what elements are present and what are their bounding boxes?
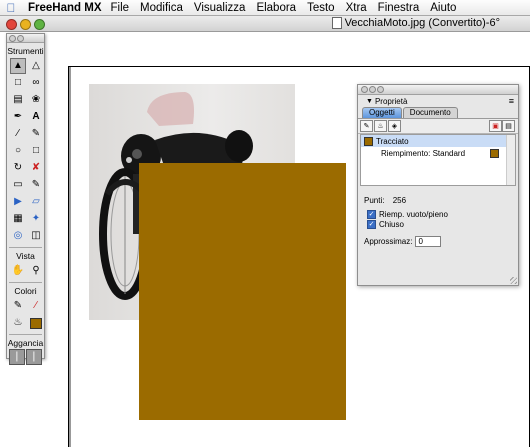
disclosure-triangle-icon[interactable]: ▼ [366, 98, 373, 105]
envelope-icon[interactable]: ▦ [10, 211, 26, 227]
path-color-swatch [364, 136, 373, 146]
list-item-label: Tracciato [376, 136, 409, 146]
properties-title: Proprietà [374, 96, 408, 106]
tools-palette: Strumenti ▲ △ □ ∞ ▤ ❀ ✒ A ∕ ✎ ○ □ ↻ ✘ ▭ … [6, 33, 45, 365]
snap-to-point-icon[interactable]: ❘ [9, 349, 25, 365]
menu-visualizza[interactable]: Visualizza [194, 2, 246, 14]
approx-input[interactable]: 0 [415, 236, 442, 247]
fill-checkbox[interactable]: ✓ [367, 209, 376, 219]
selected-path-fill[interactable] [139, 163, 346, 420]
document-icon [331, 17, 342, 29]
knife-icon[interactable]: ✘ [28, 160, 44, 176]
eraser-icon[interactable]: ▭ [10, 177, 26, 193]
view-section-label: Vista [16, 251, 35, 261]
stroke-color-icon[interactable]: ✎ [10, 298, 26, 314]
add-stroke-icon[interactable]: ✎ [360, 120, 373, 132]
tools-palette-titlebar[interactable] [7, 34, 44, 43]
lasso-icon[interactable]: ∞ [28, 75, 44, 91]
closed-checkbox[interactable]: ✓ [367, 219, 376, 229]
properties-panel: ▼ Proprietà ≡ Oggetti Documento ✎ ♨ ◈ ▣ … [357, 84, 519, 286]
tools-divider [9, 282, 42, 283]
rotate-icon[interactable]: ↻ [10, 160, 26, 176]
app-menu[interactable]: FreeHand MX [28, 2, 102, 14]
menu-file[interactable]: File [111, 2, 130, 14]
polygon-icon[interactable]: ▶ [10, 194, 26, 210]
menu-xtra[interactable]: Xtra [346, 2, 367, 14]
menu-elabora[interactable]: Elabora [256, 2, 296, 14]
closed-checkbox-label: Chiuso [379, 219, 404, 229]
document-title-text: VecchiaMoto.jpg (Convertito)-6° [344, 17, 500, 29]
page-tool-icon[interactable]: □ [10, 75, 26, 91]
menu-finestra[interactable]: Finestra [378, 2, 420, 14]
selection-arrow-icon[interactable]: ▲ [10, 58, 26, 74]
text-icon[interactable]: A [28, 109, 44, 125]
skew-icon[interactable]: ▱ [28, 194, 44, 210]
fill-checkbox-label: Riemp. vuoto/pieno [379, 209, 448, 219]
tools-divider [9, 247, 42, 248]
brush-icon[interactable]: ✎ [28, 177, 44, 193]
zoom-window-button[interactable] [34, 19, 45, 30]
pen-icon[interactable]: ✒ [10, 109, 26, 125]
properties-list: Tracciato Riempimento: Standard [360, 134, 516, 186]
list-item-tracciato[interactable]: Tracciato [361, 135, 515, 147]
colors-section-label: Colori [14, 286, 37, 296]
tools-minimize-button[interactable] [17, 35, 24, 42]
tab-oggetti[interactable]: Oggetti [362, 107, 402, 118]
points-value: 256 [392, 196, 407, 205]
closed-toggle-row[interactable]: ✓ Chiuso [358, 219, 518, 229]
properties-titlebar[interactable] [358, 85, 518, 95]
tools-divider [9, 334, 42, 335]
snap-section-label: Aggancia [7, 338, 44, 348]
list-scrollbar[interactable] [506, 135, 515, 185]
close-window-button[interactable] [6, 19, 17, 30]
panel-resize-handle[interactable] [510, 277, 517, 284]
paint-bucket-icon[interactable]: ♨ [10, 315, 26, 331]
symbol-sprayer-icon[interactable]: ✦ [28, 211, 44, 227]
trace-icon[interactable]: ▤ [10, 92, 26, 108]
tools-close-button[interactable] [9, 35, 16, 42]
menu-bar:  FreeHand MX File Modifica Visualizza E… [0, 0, 530, 16]
fill-toggle-row[interactable]: ✓ Riemp. vuoto/pieno [358, 209, 518, 219]
rectangle-icon[interactable]: □ [28, 143, 44, 159]
points-row: Punti: 256 [358, 196, 518, 205]
apple-icon[interactable]:  [0, 1, 22, 15]
eyedropper-icon[interactable]: ❀ [28, 92, 44, 108]
properties-tabs: Oggetti Documento [358, 107, 518, 118]
menu-aiuto[interactable]: Aiuto [430, 2, 456, 14]
fill-color-swatch[interactable] [490, 148, 499, 158]
add-effect-icon[interactable]: ◈ [388, 120, 401, 132]
hand-icon[interactable]: ✋ [10, 263, 26, 279]
approx-row: Approssimaz: 0 [358, 236, 518, 247]
delete-item-icon[interactable]: ▤ [502, 120, 515, 132]
properties-toolbar: ✎ ♨ ◈ ▣ ▤ [358, 118, 518, 134]
minimize-window-button[interactable] [20, 19, 31, 30]
no-stroke-icon[interactable]: ∕ [28, 298, 44, 314]
list-item-riempimento[interactable]: Riempimento: Standard [361, 147, 515, 159]
duplicate-item-icon[interactable]: ▣ [489, 120, 502, 132]
tab-documento[interactable]: Documento [402, 107, 458, 118]
connector-icon[interactable]: ◎ [10, 228, 26, 244]
panel-menu-icon[interactable]: ≡ [509, 96, 514, 106]
chart-icon[interactable]: ◫ [28, 228, 44, 244]
menu-modifica[interactable]: Modifica [140, 2, 183, 14]
line-icon[interactable]: ∕ [10, 126, 26, 142]
properties-minimize-button[interactable] [369, 86, 376, 93]
properties-close-button[interactable] [361, 86, 368, 93]
menu-testo[interactable]: Testo [307, 2, 335, 14]
ellipse-icon[interactable]: ○ [10, 143, 26, 159]
add-fill-icon[interactable]: ♨ [374, 120, 387, 132]
list-item-label: Riempimento: Standard [381, 148, 466, 158]
approx-label: Approssimaz: [364, 237, 413, 246]
properties-header[interactable]: ▼ Proprietà ≡ [358, 95, 518, 107]
pencil-icon[interactable]: ✎ [28, 126, 44, 142]
document-title-bar: VecchiaMoto.jpg (Convertito)-6° [0, 16, 530, 32]
properties-zoom-button[interactable] [377, 86, 384, 93]
document-title: VecchiaMoto.jpg (Convertito)-6° [331, 17, 500, 29]
zoom-icon[interactable]: ⚲ [28, 263, 44, 279]
points-label: Punti: [364, 196, 385, 205]
subselect-arrow-icon[interactable]: △ [28, 58, 44, 74]
snap-to-object-icon[interactable]: ❘ [26, 349, 42, 365]
fill-color-swatch[interactable] [28, 315, 44, 331]
tools-section-label: Strumenti [7, 46, 44, 56]
